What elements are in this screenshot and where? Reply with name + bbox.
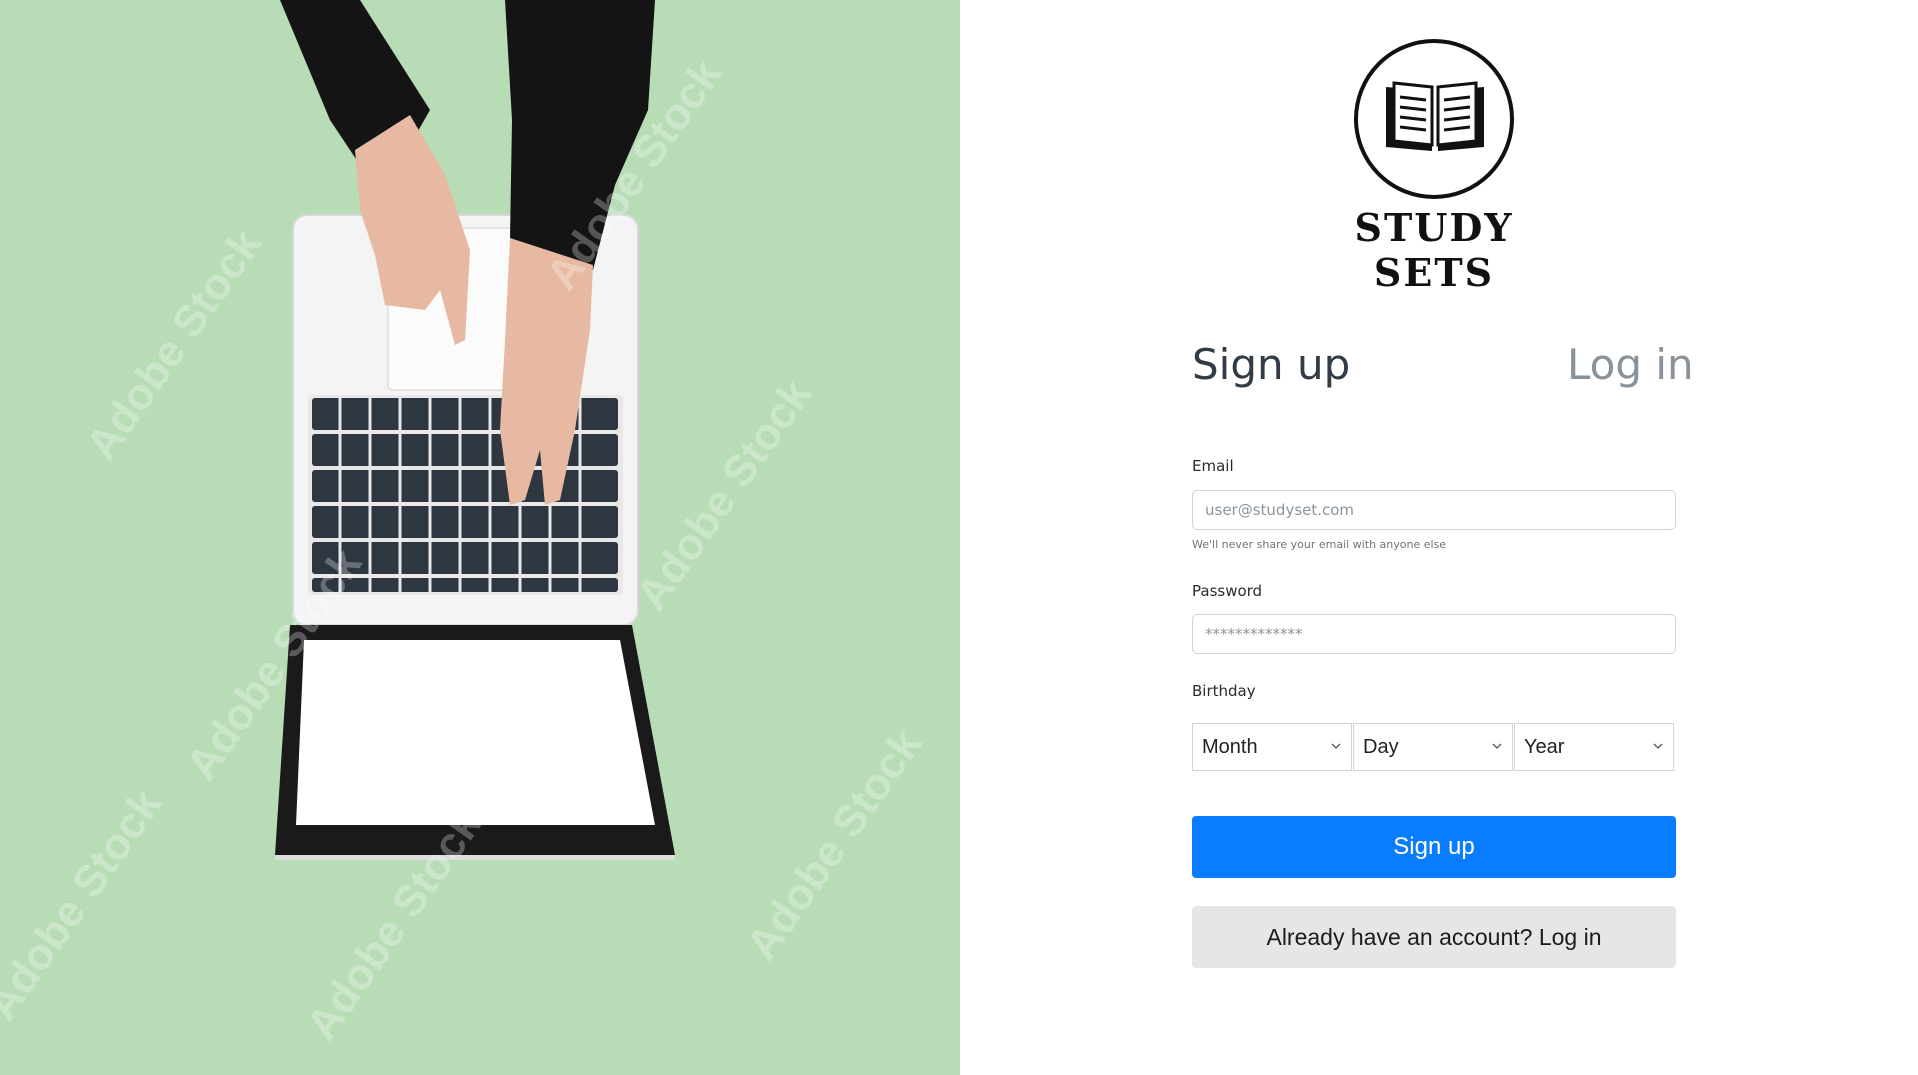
password-label: Password bbox=[1192, 582, 1263, 600]
month-select-value: Month bbox=[1202, 736, 1258, 758]
year-select[interactable]: Year bbox=[1514, 723, 1674, 771]
chevron-down-icon bbox=[1492, 743, 1502, 749]
day-select[interactable]: Day bbox=[1353, 723, 1513, 771]
tab-signup[interactable]: Sign up bbox=[1192, 340, 1350, 389]
signup-button[interactable]: Sign up bbox=[1192, 816, 1676, 878]
year-select-value: Year bbox=[1524, 736, 1565, 758]
email-hint: We'll never share your email with anyone… bbox=[1192, 538, 1447, 551]
birthday-label: Birthday bbox=[1192, 682, 1256, 700]
email-field[interactable] bbox=[1192, 490, 1676, 530]
logo bbox=[1354, 39, 1514, 199]
tab-login[interactable]: Log in bbox=[1567, 340, 1694, 389]
brand-name: STUDY SETS bbox=[1354, 205, 1514, 295]
email-label: Email bbox=[1192, 457, 1234, 475]
login-link-button[interactable]: Already have an account? Log in bbox=[1192, 906, 1676, 968]
chevron-down-icon bbox=[1653, 743, 1663, 749]
open-book-icon bbox=[1386, 81, 1484, 151]
laptop-illustration bbox=[275, 0, 675, 860]
password-field[interactable] bbox=[1192, 614, 1676, 654]
day-select-value: Day bbox=[1363, 736, 1399, 758]
month-select[interactable]: Month bbox=[1192, 723, 1352, 771]
hero-image: Adobe Stock Adobe Stock Adobe Stock Adob… bbox=[0, 0, 960, 1075]
chevron-down-icon bbox=[1331, 743, 1341, 749]
